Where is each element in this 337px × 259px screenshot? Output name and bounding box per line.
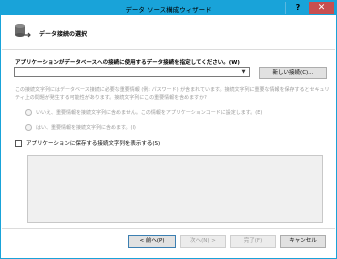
wizard-window: データ ソース構成ウィザード ? ✕ データ接続の選択 アプリケーションがデータ… <box>0 0 337 259</box>
connection-question-label: アプリケーションがデータベースへの接続に使用するデータ接続を指定してください。(… <box>15 60 240 66</box>
radio-include-label: はい、重要情報を接続文字列に含めます。(I) <box>36 125 136 131</box>
footer-divider <box>2 228 335 229</box>
finish-button[interactable]: 完了(F) <box>230 235 276 248</box>
close-button[interactable]: ✕ <box>309 2 334 14</box>
show-connection-string-label: アプリケーションに保存する接続文字列を表示する(S) <box>26 141 161 147</box>
new-connection-button[interactable]: 新しい接続(C)... <box>259 67 327 79</box>
cancel-button[interactable]: キャンセル <box>280 235 326 248</box>
radio-button-icon[interactable] <box>25 124 32 131</box>
radio-exclude-sensitive[interactable]: いいえ、重要情報を接続文字列に含めません。この情報をアプリケーションコードに設定… <box>25 109 262 116</box>
help-button[interactable]: ? <box>285 2 310 14</box>
sensitive-info-text: この接続文字列にはデータベース接続に必要な重要情報 (例: パスワード) が含ま… <box>15 87 330 101</box>
radio-button-icon[interactable] <box>25 109 32 116</box>
radio-exclude-label: いいえ、重要情報を接続文字列に含めません。この情報をアプリケーションコードに設定… <box>36 110 263 116</box>
show-connection-string-checkbox[interactable]: アプリケーションに保存する接続文字列を表示する(S) <box>15 139 160 147</box>
back-button[interactable]: < 前へ(P) <box>128 235 176 248</box>
checkbox-icon[interactable] <box>15 140 22 147</box>
connection-combobox[interactable]: ▼ <box>14 67 250 77</box>
page-title: データ接続の選択 <box>39 31 88 38</box>
title-bar[interactable]: データ ソース構成ウィザード ? ✕ <box>1 1 336 15</box>
connection-string-textarea <box>27 155 323 223</box>
database-connection-icon <box>13 23 33 41</box>
header-divider <box>2 49 335 50</box>
radio-include-sensitive[interactable]: はい、重要情報を接続文字列に含めます。(I) <box>25 124 136 131</box>
next-button[interactable]: 次へ(N) > <box>180 235 226 248</box>
chevron-down-icon[interactable]: ▼ <box>239 68 248 76</box>
